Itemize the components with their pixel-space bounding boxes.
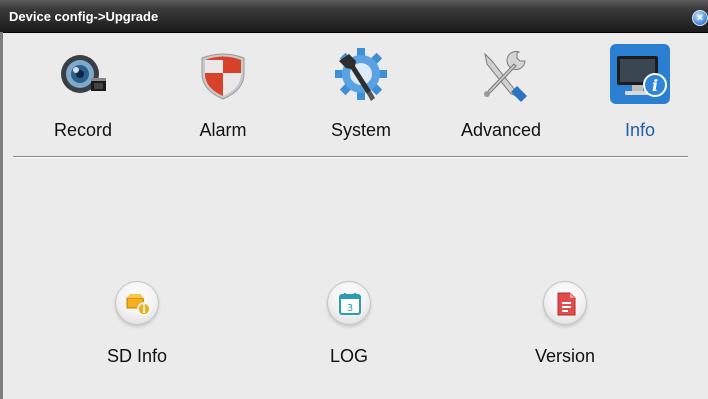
sd-info-label: SD Info — [106, 346, 168, 366]
close-icon: × — [696, 12, 704, 24]
tab-advanced[interactable]: Advanced — [441, 44, 561, 144]
device-config-window: Device config->Upgrade × Record Alarm Sy… — [0, 0, 708, 399]
svg-text:i: i — [652, 76, 658, 95]
tab-system-label: System — [330, 120, 391, 140]
alarm-shield-icon — [193, 44, 253, 104]
tab-advanced-label: Advanced — [460, 120, 542, 140]
close-button[interactable]: × — [692, 10, 708, 26]
version-document-icon — [543, 281, 587, 325]
window-title: Device config->Upgrade — [9, 9, 159, 24]
log-button[interactable]: 3 LOG — [279, 276, 419, 376]
window-left-edge — [0, 32, 3, 399]
log-label: LOG — [329, 346, 368, 366]
tab-alarm-label: Alarm — [199, 120, 247, 140]
tab-system[interactable]: System — [301, 44, 421, 144]
log-calendar-number: 3 — [347, 303, 353, 314]
sd-info-button[interactable]: SD Info — [67, 276, 207, 376]
tab-record[interactable]: Record — [23, 44, 143, 144]
version-button[interactable]: Version — [495, 276, 635, 376]
tab-info[interactable]: i Info — [580, 44, 700, 144]
sd-info-icon — [115, 281, 159, 325]
info-monitor-icon: i — [610, 44, 670, 104]
tab-separator — [13, 156, 688, 158]
tab-alarm[interactable]: Alarm — [163, 44, 283, 144]
tab-info-label: Info — [624, 120, 656, 140]
log-calendar-icon: 3 — [327, 281, 371, 325]
record-icon — [53, 44, 113, 104]
advanced-tools-icon — [471, 44, 531, 104]
system-gear-icon — [331, 44, 391, 104]
tab-record-label: Record — [53, 120, 113, 140]
title-bar: Device config->Upgrade × — [0, 0, 708, 33]
version-label: Version — [534, 346, 596, 366]
